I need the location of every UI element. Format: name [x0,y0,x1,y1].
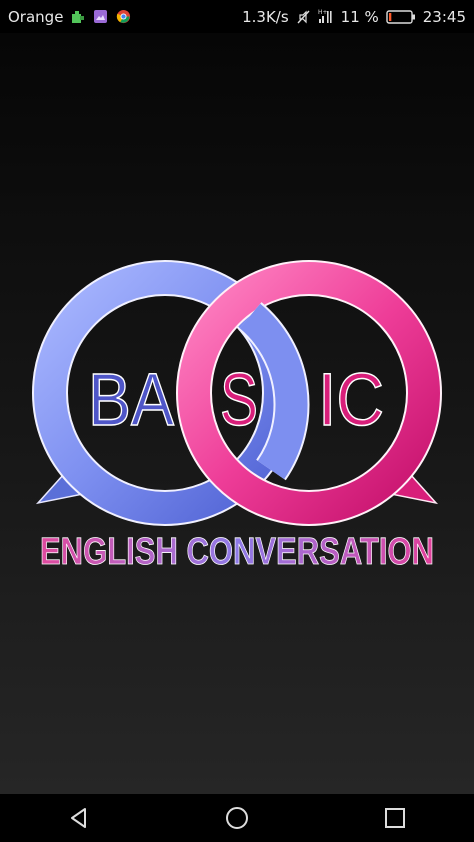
logo-word-left: BA [88,358,175,441]
svg-text:H+: H+ [318,9,328,16]
tagline: ENGLISH CONVERSATION [40,531,434,573]
mute-icon [296,9,311,25]
gallery-icon [93,9,108,24]
splash-screen: BA S IC ENGLISH CONVERSATION [0,33,474,794]
back-button[interactable] [49,794,109,842]
signal-icon: H+ [318,8,334,26]
chrome-icon [116,9,131,24]
battery-percent: 11 % [340,7,379,26]
network-speed: 1.3K/s [242,7,289,26]
puzzle-icon [71,10,85,24]
navigation-bar [0,794,474,842]
clock: 23:45 [422,7,466,26]
status-bar: Orange 1.3K/s H+ 11 % 23:45 [0,0,474,33]
home-button[interactable] [207,794,267,842]
recents-button[interactable] [365,794,425,842]
logo-word-right: IC [318,358,384,441]
battery-icon [386,9,416,25]
recents-icon [385,808,405,828]
home-icon [226,807,248,829]
back-icon [71,808,86,828]
logo-word-mid: S [220,358,258,441]
carrier-label: Orange [8,7,64,26]
basic-english-logo: BA S IC ENGLISH CONVERSATION [32,260,442,573]
